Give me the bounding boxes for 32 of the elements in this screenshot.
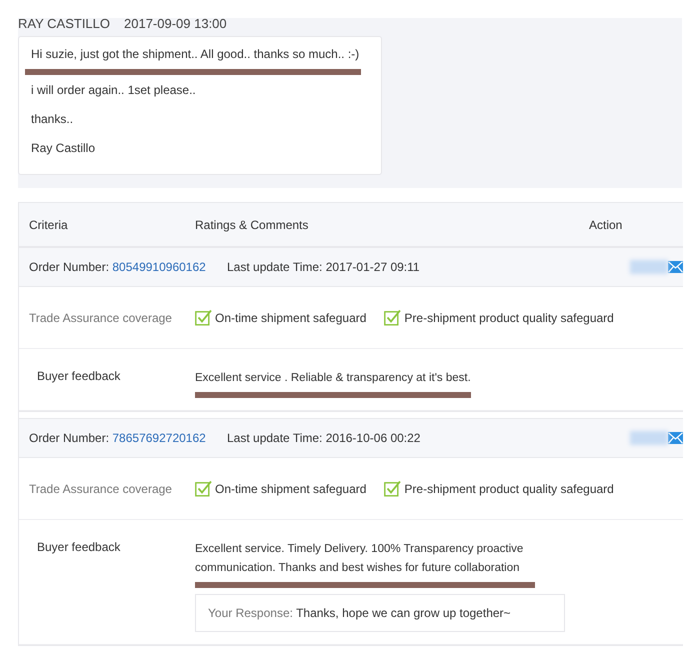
response-text: Your Response: Thanks, hope we can grow up together~	[208, 606, 511, 620]
feedback-text: Excellent service . Reliable & transparency at it's best.	[195, 371, 471, 386]
safeguard-label: On-time shipment safeguard	[215, 482, 366, 496]
order-label: Order Number:	[29, 260, 110, 274]
column-header: Action	[589, 218, 622, 232]
mail-icon[interactable]	[668, 261, 683, 273]
feedback-text: Excellent service. Timely Delivery. 100% Transparency proactive communication. Thanks and best wishes for future collaboration	[195, 542, 524, 576]
criteria-label: Buyer feedback	[36, 540, 122, 556]
criteria-label: Buyer feedback	[36, 369, 122, 385]
message-time: 2017-09-09 13:00	[124, 16, 227, 31]
order-number-link[interactable]: 80549910960162	[112, 260, 206, 274]
message-text: thanks..	[31, 112, 74, 126]
sender-name: RAY CASTILLO	[18, 16, 110, 31]
message-text: Hi suzie, just got the shipment.. All good.. thanks so much.. :-)	[31, 47, 360, 61]
update-time: 2016-10-06 00:22	[326, 431, 420, 445]
order-label: Order Number:	[29, 431, 110, 445]
message-text: Ray Castillo	[31, 141, 96, 155]
criteria-label: Trade Assurance coverage	[28, 482, 173, 496]
blurred-text	[630, 260, 668, 274]
column-header: Ratings & Comments	[195, 218, 310, 232]
criteria-label: Trade Assurance coverage	[28, 310, 173, 324]
mail-icon[interactable]	[668, 432, 683, 444]
order-number-link[interactable]: 78657692720162	[112, 431, 206, 445]
column-header: Criteria	[28, 218, 69, 232]
update-label: Last update Time:	[227, 260, 322, 274]
update-label: Last update Time:	[227, 431, 322, 445]
blurred-text	[630, 431, 668, 445]
update-time: 2017-01-27 09:11	[326, 260, 420, 274]
safeguard-label: Pre-shipment product quality safeguard	[404, 482, 614, 496]
safeguard-label: Pre-shipment product quality safeguard	[404, 310, 614, 324]
safeguard-label: On-time shipment safeguard	[215, 310, 366, 324]
message-text: i will order again.. 1set please..	[31, 83, 196, 97]
